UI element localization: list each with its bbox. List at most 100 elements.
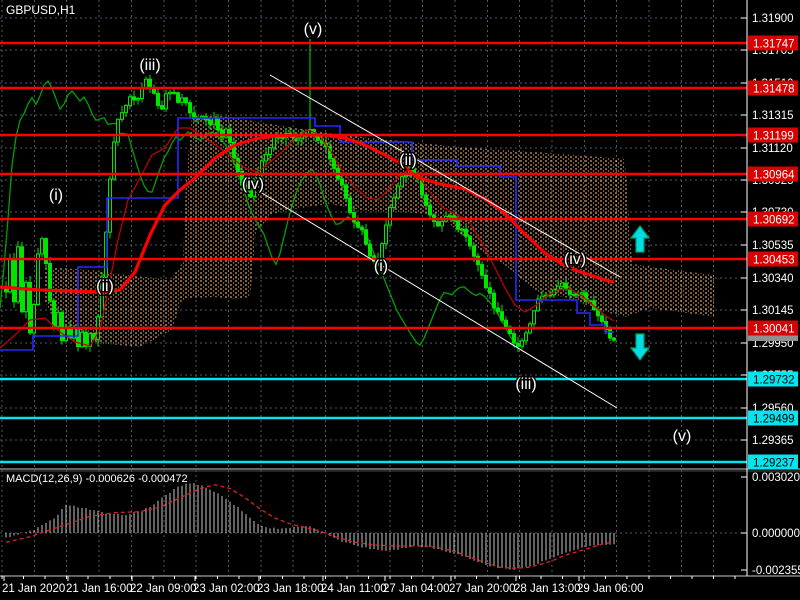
candle-body xyxy=(456,220,460,230)
candle-body xyxy=(160,105,164,110)
candle-body xyxy=(488,287,492,294)
candle-body xyxy=(180,97,184,103)
price-tick-label: 1.30340 xyxy=(752,273,794,285)
price-tick-label: 1.30535 xyxy=(752,240,794,252)
macd-axis-label: 0.000000 xyxy=(752,528,800,540)
wave-label[interactable]: (iii) xyxy=(138,56,162,76)
level-badge-label: 1.31199 xyxy=(753,131,794,143)
mt4-chart-window[interactable]: (i) (ii) (iii) (iv) (v) (i) (ii) (iii) (iv) (v) 1.… xyxy=(0,0,800,600)
price-tick-label: 1.31315 xyxy=(752,110,794,122)
wave-label[interactable]: (i) xyxy=(47,186,64,206)
time-tick-label: 29 Jan 06:00 xyxy=(577,583,644,595)
candle-body xyxy=(436,221,440,227)
wave-label[interactable]: (i) xyxy=(372,257,389,277)
candle-body xyxy=(524,332,528,342)
candle-body xyxy=(208,119,212,125)
candle-body xyxy=(12,259,16,303)
candle-body xyxy=(40,238,44,255)
price-tick-label: 1.31900 xyxy=(752,13,794,25)
candle-body xyxy=(136,97,140,101)
price-axis[interactable]: 1.319001.317051.315101.313151.311201.309… xyxy=(741,13,800,577)
ichimoku-cloud xyxy=(45,114,715,347)
candle-body xyxy=(264,154,268,162)
candle-body xyxy=(156,92,160,107)
candle-body xyxy=(608,328,612,339)
time-tick-label: 22 Jan 09:00 xyxy=(130,583,197,595)
candle-body xyxy=(352,212,356,223)
candle-body xyxy=(36,253,40,306)
candle-body xyxy=(384,224,388,245)
candle-body xyxy=(476,255,480,266)
candle-body xyxy=(504,319,508,328)
candle-body xyxy=(500,311,504,321)
candle-body xyxy=(120,112,124,120)
candle-body xyxy=(116,118,120,143)
wave-label[interactable]: (iii) xyxy=(514,375,538,395)
level-badge-label: 1.30964 xyxy=(753,170,795,182)
candle-body xyxy=(48,262,52,302)
down-arrow[interactable] xyxy=(629,333,651,361)
candle-body xyxy=(484,274,488,289)
level-badge-label: 1.31747 xyxy=(753,39,795,51)
candle-body xyxy=(356,221,360,228)
time-tick-label: 27 Jan 20:00 xyxy=(449,583,516,595)
wave-label[interactable]: (ii) xyxy=(95,277,116,297)
candle-body xyxy=(172,91,176,94)
candle-body xyxy=(428,204,432,216)
price-tick-label: 1.31120 xyxy=(752,143,793,155)
candle-body xyxy=(212,117,216,125)
candle-body xyxy=(400,176,404,187)
candle-body xyxy=(496,307,500,313)
candle-body xyxy=(340,178,344,186)
candle-body xyxy=(168,91,172,95)
macd-axis-label: -0.002355 xyxy=(752,565,800,577)
wave-label[interactable]: (ii) xyxy=(398,151,419,171)
candle-body xyxy=(612,337,616,341)
up-arrow[interactable] xyxy=(629,225,651,253)
candle-body xyxy=(404,174,408,178)
candle-body xyxy=(492,292,496,309)
wave-label[interactable]: (iv) xyxy=(240,175,265,195)
macd-axis-label: 0.003020 xyxy=(752,472,800,484)
price-tick-label: 1.29365 xyxy=(752,435,794,447)
candle-body xyxy=(132,96,136,101)
candle-body xyxy=(440,220,444,227)
candle-body xyxy=(236,157,240,173)
level-badge-label: 1.29499 xyxy=(753,414,795,426)
level-badge-label: 1.30453 xyxy=(753,255,795,267)
candle-body xyxy=(388,206,392,226)
time-tick-label: 21 Jan 2020 xyxy=(2,583,65,595)
candle-body xyxy=(396,185,400,199)
candle-body xyxy=(580,292,584,295)
time-axis[interactable]: 21 Jan 2020 21 Jan 16:0022 Jan 09:0023 Ja… xyxy=(1,576,736,595)
candle-body xyxy=(468,235,472,247)
time-tick-label: 23 Jan 02:00 xyxy=(193,583,260,595)
candle-body xyxy=(296,137,300,141)
candle-body xyxy=(560,282,564,287)
candle-body xyxy=(344,184,348,199)
level-badge-label: 1.30692 xyxy=(753,215,795,227)
time-tick-label: 21 Jan 16:00 xyxy=(66,583,133,595)
price-tick-label: 1.30145 xyxy=(752,305,794,317)
candle-body xyxy=(108,178,112,233)
candle-body xyxy=(472,245,476,257)
candle-body xyxy=(20,246,24,313)
candle-body xyxy=(268,147,272,156)
chart-canvas[interactable]: (i) (ii) (iii) (iv) (v) (i) (ii) (iii) (iv) (v) 1.… xyxy=(0,0,800,600)
candle-body xyxy=(124,104,128,114)
candle-body xyxy=(600,315,604,322)
candle-body xyxy=(480,264,484,276)
candle-body xyxy=(56,312,60,327)
candle-body xyxy=(332,158,336,169)
level-badge-label: 1.30041 xyxy=(753,324,795,336)
candle-body xyxy=(128,96,132,106)
candle-body xyxy=(164,93,168,110)
time-tick-label: 24 Jan 11:00 xyxy=(321,583,387,595)
candle-body xyxy=(380,243,384,260)
candle-body xyxy=(272,136,276,149)
wave-label[interactable]: (v) xyxy=(671,427,693,447)
candle-body xyxy=(188,102,192,114)
wave-label[interactable]: (v) xyxy=(302,20,324,40)
wave-label[interactable]: (iv) xyxy=(562,250,587,270)
level-badge-label: 1.31478 xyxy=(753,84,795,96)
